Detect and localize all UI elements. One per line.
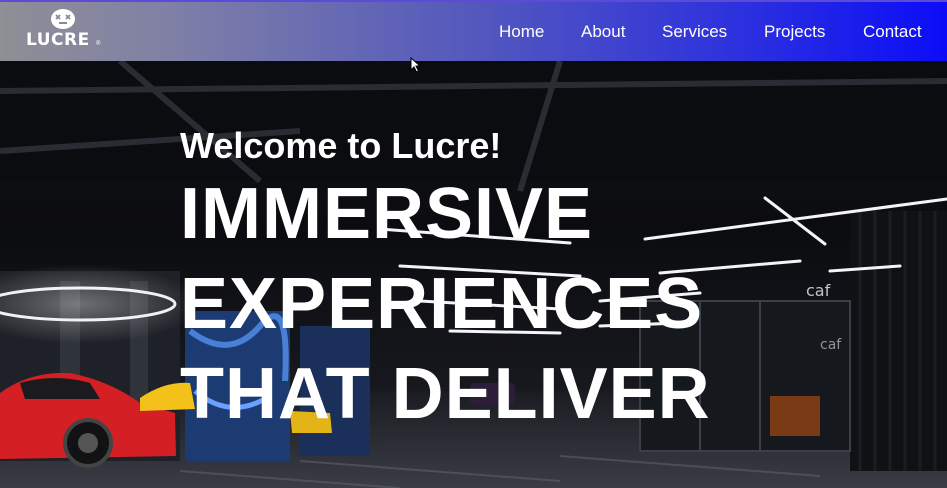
registered-mark: ® (96, 41, 101, 47)
brand-name: LUCRE (26, 30, 90, 50)
cafe-sign-reflection: caf (820, 337, 842, 353)
headline-line-1: IMMERSIVE (180, 174, 594, 254)
nav-home[interactable]: Home (499, 22, 544, 42)
nav-about[interactable]: About (581, 22, 625, 42)
brand-logo[interactable]: LUCRE ® (24, 8, 102, 54)
welcome-heading: Welcome to Lucre! (180, 125, 502, 166)
headline-line-2: EXPERIENCES (180, 264, 704, 344)
dizzy-face-icon (51, 9, 75, 29)
headline-line-3: THAT DELIVER (180, 354, 711, 434)
nav-projects[interactable]: Projects (764, 22, 825, 42)
cafe-sign: caf (806, 281, 831, 300)
nav-contact[interactable]: Contact (863, 22, 922, 42)
mouse-cursor-icon (410, 57, 422, 73)
hero-section: caf caf Welcome to Lucre! IMMERSIVE EXPE… (0, 61, 947, 488)
nav-services[interactable]: Services (662, 22, 727, 42)
site-header: LUCRE ® Home About Services Projects Con… (0, 0, 947, 61)
hero-headline: IMMERSIVE EXPERIENCES THAT DELIVER (180, 169, 711, 439)
